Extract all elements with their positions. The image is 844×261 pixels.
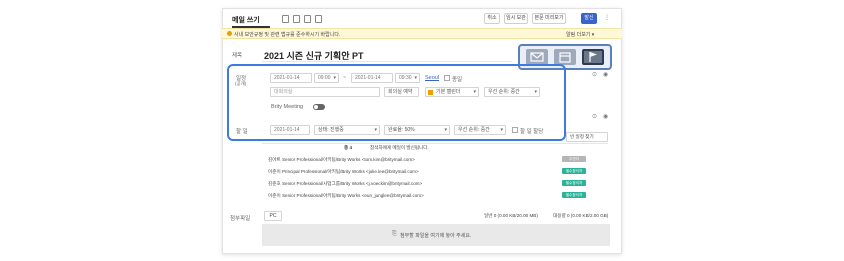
subject-label: 제목 xyxy=(232,53,243,59)
print-icon[interactable] xyxy=(304,15,311,23)
notice-more-link[interactable]: 알림 더보기 ▾ xyxy=(566,31,594,38)
more-menu-icon[interactable]: ⋮ xyxy=(604,14,610,21)
temp-save-button[interactable]: 임시 보관 xyxy=(504,13,528,24)
info-icon[interactable]: ⊙ xyxy=(592,71,597,78)
eye-icon[interactable]: ◉ xyxy=(603,113,608,120)
flag-icon[interactable] xyxy=(582,49,604,65)
pc-upload-button[interactable]: PC xyxy=(264,211,282,221)
recipients-count: 총 4 xyxy=(344,145,353,150)
role-badge: 필수참석자 xyxy=(562,168,586,174)
subject-divider xyxy=(262,61,512,62)
cancel-button[interactable]: 취소 xyxy=(484,13,500,24)
send-button[interactable]: 발신 xyxy=(581,13,597,24)
recipient-row[interactable]: 김아트 Senior Professional/아키팀/Brity Works … xyxy=(268,157,415,163)
settings-icon[interactable]: ⊙ xyxy=(592,113,597,120)
visibility-icon[interactable]: ◉ xyxy=(603,71,608,78)
warning-icon xyxy=(227,31,232,36)
notice-text: 사내 보안규정 및 관련 법규를 준수하시기 바랍니다. xyxy=(234,32,341,38)
preview-button[interactable]: 본문 미리보기 xyxy=(532,13,566,24)
calendar-icon[interactable] xyxy=(554,49,576,65)
recipient-row[interactable]: 이준이 Principal Professional/아키팀/Brity Wor… xyxy=(268,169,419,175)
mail-icon[interactable] xyxy=(526,49,548,65)
recipients-divider xyxy=(262,143,608,144)
layout-icon[interactable] xyxy=(282,15,289,23)
find-free-time-button[interactable]: 빈 일정 찾기 xyxy=(566,132,608,142)
role-badge: 필수참석자 xyxy=(562,180,586,186)
attachment-label: 첨부파일 xyxy=(230,216,251,222)
role-badge: 주관자 xyxy=(562,156,586,162)
large-size-info: 대용량 0 (0.00 KB/2.00 GB) xyxy=(553,213,609,218)
save-icon[interactable] xyxy=(315,15,322,23)
grid-icon[interactable] xyxy=(293,15,300,23)
attach-icon: ⎘ xyxy=(392,231,397,237)
role-badge: 필수참석자 xyxy=(562,192,586,198)
page-title: 메일 쓰기 xyxy=(232,17,260,24)
recipient-row[interactable]: 김준호 Senior Professional/사업그룹/Brity Works… xyxy=(268,181,422,187)
normal-size-info: 일반 0 (0.00 KB/20.00 MB) xyxy=(484,213,538,218)
schedule-todo-highlight xyxy=(227,64,566,141)
dropzone-text: 첨부할 파일을 여기에 놓아 주세요. xyxy=(400,233,472,239)
recipient-row[interactable]: 이준이 Senior Professional/아키팀/Brity Works … xyxy=(268,193,424,199)
recipients-note: 참석자에게 메일이 발신됩니다. xyxy=(370,145,429,150)
